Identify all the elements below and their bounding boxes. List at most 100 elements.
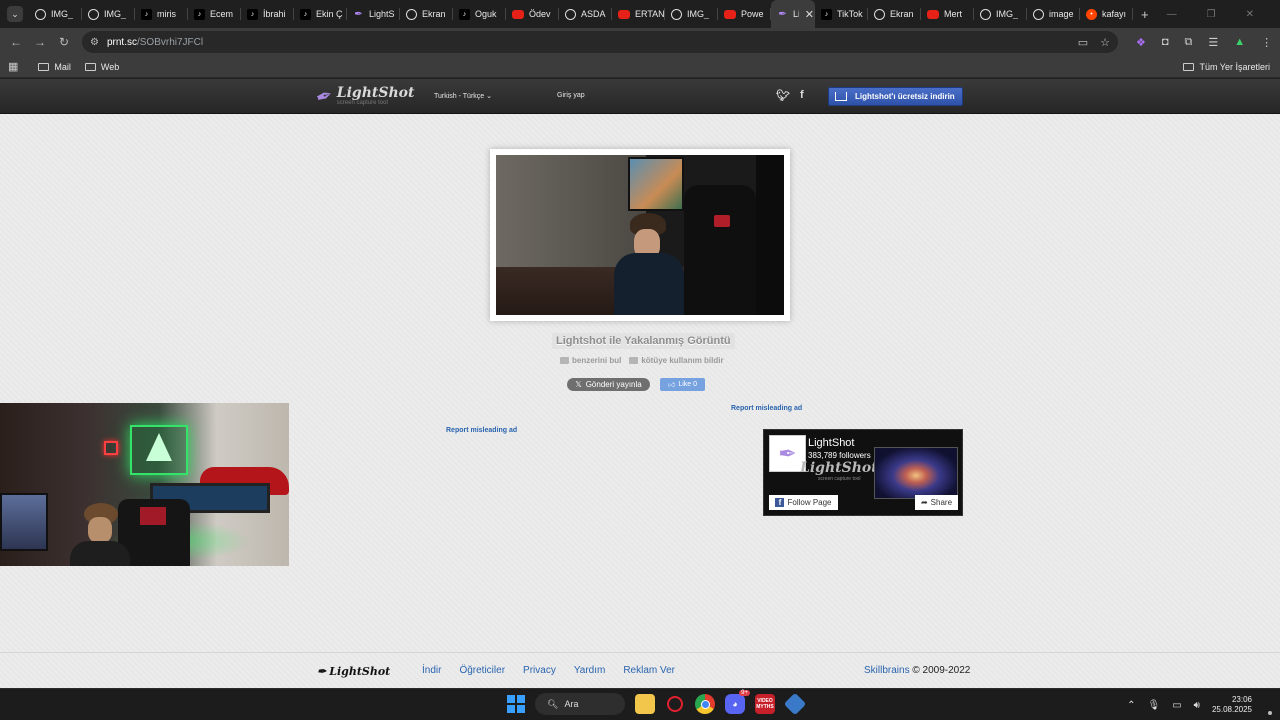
clock-date: 25.08.2025 bbox=[1211, 705, 1252, 714]
browser-tab[interactable]: Powe bbox=[718, 0, 771, 28]
camera-icon[interactable]: ◘ bbox=[1162, 36, 1169, 48]
apps-grid-icon[interactable]: ▦ bbox=[8, 60, 18, 73]
tiktok-icon: ♪ bbox=[141, 8, 152, 20]
footer-links: İndir Öğreticiler Privacy Yardım Reklam … bbox=[422, 665, 675, 676]
login-link[interactable]: Giriş yap bbox=[557, 92, 585, 99]
file-explorer-icon[interactable] bbox=[635, 694, 655, 714]
chrome-icon[interactable] bbox=[695, 694, 715, 714]
close-tab-icon[interactable]: ✕ bbox=[804, 8, 815, 21]
browser-tab[interactable]: ♪ Oguk bbox=[453, 0, 506, 28]
screenshot-frame bbox=[490, 149, 790, 321]
footer-link-tutorials[interactable]: Öğreticiler bbox=[459, 665, 505, 676]
browser-tab[interactable]: ♪ İbrahi bbox=[241, 0, 294, 28]
close-window-icon[interactable]: ✕ bbox=[1246, 9, 1254, 20]
network-icon[interactable]: ▭ bbox=[1172, 700, 1181, 711]
tiktok-icon: ♪ bbox=[821, 8, 832, 20]
follow-page-button[interactable]: f Follow Page bbox=[769, 495, 838, 510]
volume-icon[interactable]: 🔊︎ bbox=[1194, 700, 1200, 711]
notification-dot bbox=[1268, 711, 1272, 715]
browser-tab[interactable]: ASDA bbox=[559, 0, 612, 28]
app-icon[interactable] bbox=[783, 692, 807, 716]
language-select[interactable]: Turkish - Türkçe ⌄ bbox=[434, 92, 492, 100]
tab-label: IMG_ bbox=[104, 9, 127, 19]
facebook-icon[interactable]: f bbox=[800, 89, 804, 102]
taskbar-search[interactable]: 🔍︎ Ara bbox=[535, 693, 625, 715]
browser-tab[interactable]: image bbox=[1027, 0, 1080, 28]
report-misleading-ad-link[interactable]: Report misleading ad bbox=[446, 427, 517, 434]
tab-label: IMG_ bbox=[687, 9, 710, 19]
forward-icon[interactable]: → bbox=[28, 35, 52, 49]
browser-tab[interactable]: ♪ miris bbox=[135, 0, 188, 28]
bookmark-web[interactable]: Web bbox=[84, 62, 119, 72]
screenshot-image[interactable] bbox=[496, 155, 784, 315]
browser-tab[interactable]: • kafayı bbox=[1080, 0, 1133, 28]
twitter-icon[interactable]: 🐦︎ bbox=[776, 89, 790, 102]
browser-tab[interactable]: ERTAN bbox=[612, 0, 665, 28]
browser-tab[interactable]: Ekran bbox=[400, 0, 453, 28]
profile-avatar[interactable]: ▲ bbox=[1234, 36, 1245, 48]
address-bar[interactable]: ⚙ prnt.sc/SOBvrhi7JFCl ▭ ☆ bbox=[82, 31, 1118, 53]
facebook-page-widget: ✒ LightShot 383,789 followers LightShot … bbox=[763, 429, 963, 516]
bookmark-star-icon[interactable]: ☆ bbox=[1100, 36, 1110, 49]
globe-icon bbox=[35, 8, 46, 20]
footer-link-advertise[interactable]: Reklam Ver bbox=[623, 665, 675, 676]
browser-tab[interactable]: IMG_ bbox=[29, 0, 82, 28]
browser-tab[interactable]: IMG_ bbox=[974, 0, 1027, 28]
footer-logo[interactable]: ✒ LightShot bbox=[317, 665, 390, 678]
bookmark-mail[interactable]: Mail bbox=[38, 62, 71, 72]
footer-link-privacy[interactable]: Privacy bbox=[523, 665, 556, 676]
all-bookmarks-label: Tüm Yer İşaretleri bbox=[1199, 61, 1270, 72]
news-app-icon[interactable]: VIDEO MYTHS bbox=[755, 694, 775, 714]
tab-search-button[interactable]: ⌄ bbox=[7, 6, 23, 22]
tab-label: image bbox=[1049, 9, 1074, 19]
skillbrains-link[interactable]: Skillbrains bbox=[864, 665, 910, 676]
footer-link-help[interactable]: Yardım bbox=[574, 665, 606, 676]
menu-kebab-icon[interactable]: ⋮ bbox=[1261, 36, 1272, 49]
discord-icon[interactable]: ◕ 9+ bbox=[725, 690, 750, 714]
fb-page-name[interactable]: LightShot bbox=[808, 437, 854, 449]
reading-list-icon[interactable]: ☰ bbox=[1208, 36, 1218, 49]
microphone-icon[interactable]: 🎙︎ bbox=[1147, 700, 1160, 711]
browser-tab[interactable]: ♪ Ekin Ç bbox=[294, 0, 347, 28]
report-misleading-ad-link[interactable]: Report misleading ad bbox=[731, 405, 802, 412]
browser-tab[interactable]: Mert bbox=[921, 0, 974, 28]
tweet-button[interactable]: 𝕏 Gönderi yayınla bbox=[567, 378, 650, 391]
reload-icon[interactable]: ↻ bbox=[52, 35, 76, 49]
restore-icon[interactable]: ❐ bbox=[1207, 9, 1216, 20]
back-icon[interactable]: ← bbox=[4, 35, 28, 49]
all-bookmarks[interactable]: Tüm Yer İşaretleri bbox=[1183, 62, 1270, 72]
find-similar-link[interactable]: benzerini bul bbox=[560, 356, 621, 365]
browser-tab[interactable]: ✒ LightS bbox=[347, 0, 400, 28]
search-label: Ara bbox=[564, 699, 579, 709]
site-info-icon[interactable]: ⚙ bbox=[90, 37, 99, 48]
browser-tab[interactable]: IMG_ bbox=[665, 0, 718, 28]
extensions-puzzle-icon[interactable]: ⧉ bbox=[1185, 36, 1193, 49]
clock[interactable]: 23:06 25.08.2025 bbox=[1212, 695, 1252, 715]
lightshot-logo[interactable]: ✒ LightShot screen capture tool bbox=[313, 84, 415, 110]
trash-icon bbox=[629, 357, 639, 364]
like-button[interactable]: 👍︎ Like 0 bbox=[660, 378, 705, 391]
chevron-up-icon[interactable]: ⌃ bbox=[1127, 700, 1135, 711]
footer-link-download[interactable]: İndir bbox=[422, 665, 441, 676]
bookmarks-bar: ▦ Mail Web Tüm Yer İşaretleri bbox=[0, 56, 1280, 78]
download-button[interactable]: Lightshot'ı ücretsiz indirin bbox=[828, 87, 963, 106]
minimize-icon[interactable]: — bbox=[1167, 9, 1177, 20]
start-button-icon[interactable] bbox=[507, 695, 525, 713]
cast-icon[interactable]: ▭ bbox=[1078, 36, 1088, 49]
youtube-icon bbox=[724, 9, 736, 19]
opera-icon[interactable] bbox=[667, 696, 683, 712]
browser-tab[interactable]: Ekran bbox=[868, 0, 921, 28]
browser-tab[interactable]: IMG_ bbox=[82, 0, 135, 28]
report-abuse-link[interactable]: kötüye kullanım bildir bbox=[629, 356, 724, 365]
extension-icon[interactable]: ❖ bbox=[1136, 36, 1146, 49]
globe-icon bbox=[980, 8, 991, 20]
video-ad[interactable] bbox=[0, 403, 289, 566]
browser-tab[interactable]: ♪ TikTok bbox=[815, 0, 868, 28]
image-actions: benzerini bul kötüye kullanım bildir bbox=[560, 356, 724, 365]
new-tab-button[interactable]: + bbox=[1141, 7, 1149, 22]
site-footer: ✒ LightShot İndir Öğreticiler Privacy Yar… bbox=[0, 652, 1280, 688]
browser-tab[interactable]: ♪ Ecem bbox=[188, 0, 241, 28]
tab-active[interactable]: ✒ Li ✕ bbox=[771, 0, 815, 28]
browser-tab[interactable]: Ödev bbox=[506, 0, 559, 28]
share-button[interactable]: ➦ Share bbox=[915, 495, 958, 510]
